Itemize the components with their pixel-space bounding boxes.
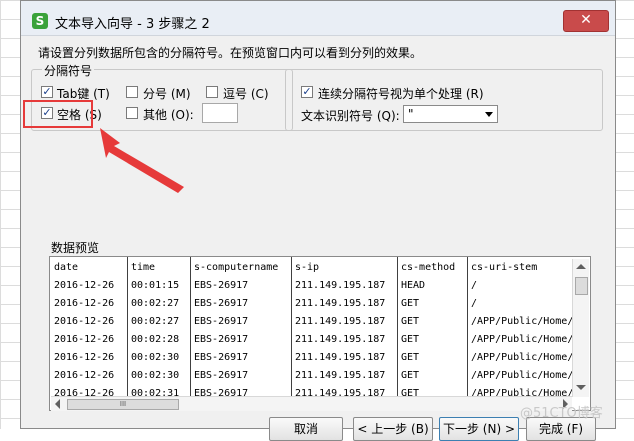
watermark: @51CTO博客 <box>520 406 603 421</box>
annotation-arrow-icon <box>100 128 184 193</box>
